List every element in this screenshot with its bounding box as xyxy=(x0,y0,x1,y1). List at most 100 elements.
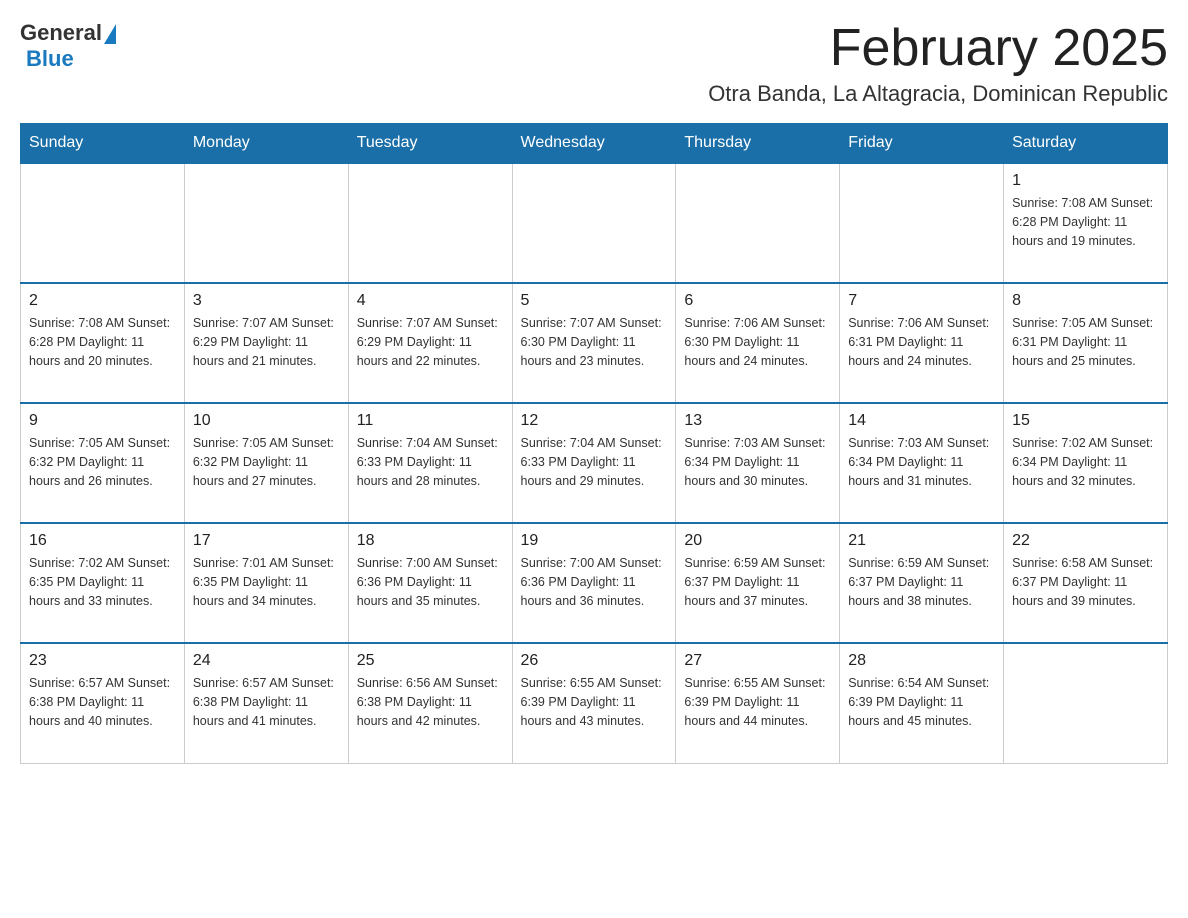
day-info: Sunrise: 6:54 AM Sunset: 6:39 PM Dayligh… xyxy=(848,674,995,730)
day-number: 1 xyxy=(1012,172,1159,190)
day-info: Sunrise: 7:06 AM Sunset: 6:30 PM Dayligh… xyxy=(684,314,831,370)
day-number: 27 xyxy=(684,652,831,670)
day-number: 3 xyxy=(193,292,340,310)
calendar-day-cell: 3Sunrise: 7:07 AM Sunset: 6:29 PM Daylig… xyxy=(184,283,348,403)
day-number: 5 xyxy=(521,292,668,310)
day-info: Sunrise: 7:05 AM Sunset: 6:32 PM Dayligh… xyxy=(193,434,340,490)
calendar-day-cell: 18 Sunrise: 7:00 AM Sunset: 6:36 PM Dayli… xyxy=(348,523,512,643)
calendar-day-cell: 23 Sunrise: 6:57 AM Sunset: 6:38 PM Dayli… xyxy=(21,643,185,763)
day-number: 28 xyxy=(848,652,995,670)
day-of-week-header: Saturday xyxy=(1004,124,1168,164)
day-info: Sunrise: 6:58 AM Sunset: 6:37 PM Dayligh… xyxy=(1012,554,1159,610)
day-info: Sunrise: 6:55 AM Sunset: 6:39 PM Dayligh… xyxy=(521,674,668,730)
day-info: Sunrise: 6:59 AM Sunset: 6:37 PM Dayligh… xyxy=(848,554,995,610)
calendar-day-cell: 19 Sunrise: 7:00 AM Sunset: 6:36 PM Dayli… xyxy=(512,523,676,643)
calendar-day-cell: 9 Sunrise: 7:05 AM Sunset: 6:32 PM Daylig… xyxy=(21,403,185,523)
day-info: Sunrise: 7:03 AM Sunset: 6:34 PM Dayligh… xyxy=(848,434,995,490)
day-info: Sunrise: 7:00 AM Sunset: 6:36 PM Dayligh… xyxy=(521,554,668,610)
logo-general-text: General xyxy=(20,20,102,46)
calendar-day-cell: 16 Sunrise: 7:02 AM Sunset: 6:35 PM Dayli… xyxy=(21,523,185,643)
day-of-week-header: Thursday xyxy=(676,124,840,164)
day-info: Sunrise: 7:05 AM Sunset: 6:31 PM Dayligh… xyxy=(1012,314,1159,370)
day-info: Sunrise: 7:07 AM Sunset: 6:30 PM Dayligh… xyxy=(521,314,668,370)
calendar-header-row: SundayMondayTuesdayWednesdayThursdayFrid… xyxy=(21,124,1168,164)
calendar-day-cell: 6Sunrise: 7:06 AM Sunset: 6:30 PM Daylig… xyxy=(676,283,840,403)
calendar-day-cell xyxy=(348,163,512,283)
day-info: Sunrise: 7:00 AM Sunset: 6:36 PM Dayligh… xyxy=(357,554,504,610)
calendar-day-cell: 2 Sunrise: 7:08 AM Sunset: 6:28 PM Daylig… xyxy=(21,283,185,403)
page-header: General Blue February 2025 Otra Banda, L… xyxy=(20,20,1168,107)
day-number: 14 xyxy=(848,412,995,430)
calendar-day-cell: 26 Sunrise: 6:55 AM Sunset: 6:39 PM Dayli… xyxy=(512,643,676,763)
day-number: 24 xyxy=(193,652,340,670)
day-info: Sunrise: 6:57 AM Sunset: 6:38 PM Dayligh… xyxy=(29,674,176,730)
title-block: February 2025 Otra Banda, La Altagracia,… xyxy=(708,20,1168,107)
day-number: 8 xyxy=(1012,292,1159,310)
day-of-week-header: Friday xyxy=(840,124,1004,164)
day-number: 17 xyxy=(193,532,340,550)
calendar-day-cell: 25 Sunrise: 6:56 AM Sunset: 6:38 PM Dayli… xyxy=(348,643,512,763)
calendar-day-cell: 4 Sunrise: 7:07 AM Sunset: 6:29 PM Daylig… xyxy=(348,283,512,403)
day-number: 19 xyxy=(521,532,668,550)
calendar-day-cell: 24 Sunrise: 6:57 AM Sunset: 6:38 PM Dayli… xyxy=(184,643,348,763)
day-info: Sunrise: 7:06 AM Sunset: 6:31 PM Dayligh… xyxy=(848,314,995,370)
day-number: 22 xyxy=(1012,532,1159,550)
day-number: 26 xyxy=(521,652,668,670)
calendar-day-cell: 17 Sunrise: 7:01 AM Sunset: 6:35 PM Dayli… xyxy=(184,523,348,643)
day-number: 23 xyxy=(29,652,176,670)
day-info: Sunrise: 7:05 AM Sunset: 6:32 PM Dayligh… xyxy=(29,434,176,490)
calendar-day-cell: 21 Sunrise: 6:59 AM Sunset: 6:37 PM Dayli… xyxy=(840,523,1004,643)
calendar-day-cell: 7Sunrise: 7:06 AM Sunset: 6:31 PM Daylig… xyxy=(840,283,1004,403)
day-of-week-header: Monday xyxy=(184,124,348,164)
day-info: Sunrise: 6:57 AM Sunset: 6:38 PM Dayligh… xyxy=(193,674,340,730)
day-number: 12 xyxy=(521,412,668,430)
day-info: Sunrise: 7:02 AM Sunset: 6:34 PM Dayligh… xyxy=(1012,434,1159,490)
calendar-week-row: 16 Sunrise: 7:02 AM Sunset: 6:35 PM Dayli… xyxy=(21,523,1168,643)
day-number: 2 xyxy=(29,292,176,310)
day-info: Sunrise: 7:01 AM Sunset: 6:35 PM Dayligh… xyxy=(193,554,340,610)
day-number: 9 xyxy=(29,412,176,430)
day-info: Sunrise: 7:07 AM Sunset: 6:29 PM Dayligh… xyxy=(357,314,504,370)
calendar-day-cell: 1Sunrise: 7:08 AM Sunset: 6:28 PM Daylig… xyxy=(1004,163,1168,283)
calendar-day-cell: 22 Sunrise: 6:58 AM Sunset: 6:37 PM Dayli… xyxy=(1004,523,1168,643)
day-of-week-header: Tuesday xyxy=(348,124,512,164)
calendar-day-cell xyxy=(840,163,1004,283)
calendar-day-cell: 11Sunrise: 7:04 AM Sunset: 6:33 PM Dayli… xyxy=(348,403,512,523)
day-info: Sunrise: 7:02 AM Sunset: 6:35 PM Dayligh… xyxy=(29,554,176,610)
logo: General Blue xyxy=(20,20,116,72)
day-number: 21 xyxy=(848,532,995,550)
day-of-week-header: Sunday xyxy=(21,124,185,164)
day-info: Sunrise: 7:08 AM Sunset: 6:28 PM Dayligh… xyxy=(29,314,176,370)
day-info: Sunrise: 6:55 AM Sunset: 6:39 PM Dayligh… xyxy=(684,674,831,730)
day-number: 18 xyxy=(357,532,504,550)
calendar-table: SundayMondayTuesdayWednesdayThursdayFrid… xyxy=(20,123,1168,764)
day-number: 13 xyxy=(684,412,831,430)
calendar-day-cell xyxy=(512,163,676,283)
calendar-day-cell: 28 Sunrise: 6:54 AM Sunset: 6:39 PM Dayli… xyxy=(840,643,1004,763)
day-number: 10 xyxy=(193,412,340,430)
day-info: Sunrise: 7:04 AM Sunset: 6:33 PM Dayligh… xyxy=(357,434,504,490)
calendar-week-row: 1Sunrise: 7:08 AM Sunset: 6:28 PM Daylig… xyxy=(21,163,1168,283)
day-number: 4 xyxy=(357,292,504,310)
calendar-day-cell: 15 Sunrise: 7:02 AM Sunset: 6:34 PM Dayli… xyxy=(1004,403,1168,523)
day-number: 20 xyxy=(684,532,831,550)
calendar-day-cell: 8 Sunrise: 7:05 AM Sunset: 6:31 PM Daylig… xyxy=(1004,283,1168,403)
logo-blue-text: Blue xyxy=(26,46,74,72)
month-title: February 2025 xyxy=(708,20,1168,77)
calendar-day-cell: 27 Sunrise: 6:55 AM Sunset: 6:39 PM Dayli… xyxy=(676,643,840,763)
day-info: Sunrise: 7:03 AM Sunset: 6:34 PM Dayligh… xyxy=(684,434,831,490)
calendar-day-cell: 14 Sunrise: 7:03 AM Sunset: 6:34 PM Dayli… xyxy=(840,403,1004,523)
day-of-week-header: Wednesday xyxy=(512,124,676,164)
day-number: 25 xyxy=(357,652,504,670)
calendar-day-cell: 12Sunrise: 7:04 AM Sunset: 6:33 PM Dayli… xyxy=(512,403,676,523)
day-number: 16 xyxy=(29,532,176,550)
calendar-day-cell: 13 Sunrise: 7:03 AM Sunset: 6:34 PM Dayli… xyxy=(676,403,840,523)
calendar-day-cell xyxy=(184,163,348,283)
day-info: Sunrise: 6:59 AM Sunset: 6:37 PM Dayligh… xyxy=(684,554,831,610)
calendar-week-row: 2 Sunrise: 7:08 AM Sunset: 6:28 PM Daylig… xyxy=(21,283,1168,403)
day-number: 15 xyxy=(1012,412,1159,430)
location-subtitle: Otra Banda, La Altagracia, Dominican Rep… xyxy=(708,81,1168,107)
day-info: Sunrise: 6:56 AM Sunset: 6:38 PM Dayligh… xyxy=(357,674,504,730)
calendar-week-row: 9 Sunrise: 7:05 AM Sunset: 6:32 PM Daylig… xyxy=(21,403,1168,523)
calendar-day-cell: 10 Sunrise: 7:05 AM Sunset: 6:32 PM Dayli… xyxy=(184,403,348,523)
